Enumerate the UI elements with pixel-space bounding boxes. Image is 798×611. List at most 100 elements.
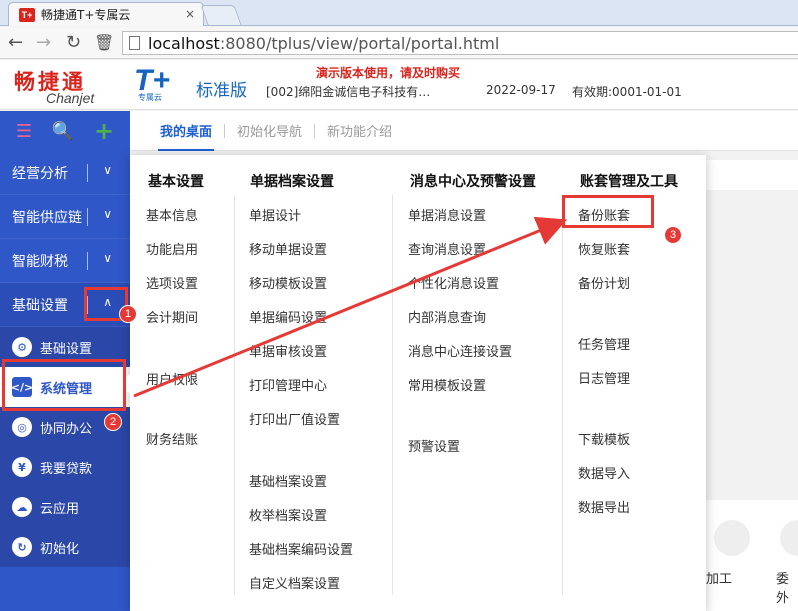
browser-tab-title: 畅捷通T+专属云 (41, 8, 131, 22)
url-path: :8080/tplus/view/portal/portal.html (219, 33, 500, 53)
main-tabs: 我的桌面 初始化导航 新功能介绍 (130, 111, 798, 151)
divider (87, 252, 88, 270)
menu-item-print-center[interactable]: 打印管理中心 (249, 375, 327, 394)
menu-item-mobile-document[interactable]: 移动单据设置 (249, 239, 327, 258)
menu-item-basic-info[interactable]: 基本信息 (146, 205, 198, 224)
menu-item-alert-settings[interactable]: 预警设置 (408, 436, 460, 455)
sidebar-item-finance-tax[interactable]: 智能财税 ∨ (0, 239, 130, 283)
menu-item-financial-closing[interactable]: 财务结账 (146, 429, 198, 448)
menu-item-common-template[interactable]: 常用模板设置 (408, 375, 486, 394)
menu-item-mobile-template[interactable]: 移动模板设置 (249, 273, 327, 292)
trash-icon[interactable]: 🗑 (94, 33, 114, 52)
browser-tab[interactable]: T+ 畅捷通T+专属云 × (8, 2, 204, 26)
chevron-down-icon[interactable]: ∨ (103, 163, 112, 177)
new-tab-button[interactable] (200, 5, 242, 25)
add-icon[interactable]: + (94, 117, 114, 145)
menu-item-options[interactable]: 选项设置 (146, 273, 198, 292)
valid-until: 有效期:0001-01-01 (572, 85, 682, 99)
menu-item-internal-message[interactable]: 内部消息查询 (408, 307, 486, 326)
divider (392, 195, 393, 595)
menu-item-document-message[interactable]: 单据消息设置 (408, 205, 486, 224)
sidebar-item-supply-chain[interactable]: 智能供应链 ∨ (0, 195, 130, 239)
sidebar-item-business-analysis[interactable]: 经营分析 ∨ (0, 151, 130, 195)
menu-item-basic-archive[interactable]: 基础档案设置 (249, 471, 327, 490)
close-icon[interactable]: × (185, 7, 195, 21)
outsourcing-label[interactable]: 委外 (776, 568, 798, 606)
sidebar-item-label: 经营分析 (12, 165, 68, 182)
menu-item-custom-archive[interactable]: 自定义档案设置 (249, 573, 340, 592)
url-input[interactable]: localhost:8080/tplus/view/portal/portal.… (122, 31, 798, 55)
menu-item-user-permissions[interactable]: 用户权限 (146, 369, 198, 388)
sidebar-toolbar: ☰ 🔍 + (0, 111, 130, 151)
tab-new-features[interactable]: 新功能介绍 (315, 111, 404, 151)
forward-icon[interactable]: → (36, 32, 51, 53)
sidebar-subitem-label: 云应用 (40, 501, 80, 517)
browser-tabstrip: T+ 畅捷通T+专属云 × (0, 0, 798, 26)
divider (234, 195, 235, 595)
menu-item-print-default[interactable]: 打印出厂值设置 (249, 409, 340, 428)
menu-collapse-icon[interactable]: ☰ (16, 121, 32, 142)
menu-item-restore-account[interactable]: 恢复账套 (578, 239, 630, 258)
highlight-box-system-management (2, 359, 126, 411)
demo-notice-link[interactable]: 演示版本使用，请及时购买 (316, 64, 460, 81)
collaboration-icon: ◎ (12, 417, 32, 437)
highlight-box-backup (562, 195, 654, 228)
sidebar-item-label: 智能财税 (12, 253, 68, 270)
menu-item-feature-enable[interactable]: 功能启用 (146, 239, 198, 258)
sidebar-item-label: 基础设置 (12, 297, 68, 314)
app-header: 畅捷通 Chanjet T+ 专属云 标准版 演示版本使用，请及时购买 [002… (0, 60, 798, 110)
divider (87, 208, 88, 226)
tplus-logo-sub: 专属云 (138, 93, 162, 102)
chanjet-logo-en: Chanjet (46, 90, 95, 106)
divider (87, 164, 88, 182)
chevron-down-icon[interactable]: ∨ (103, 251, 112, 265)
menu-item-download-template[interactable]: 下载模板 (578, 429, 630, 448)
refresh-icon: ↻ (12, 537, 32, 557)
sidebar-subitem-label: 我要贷款 (40, 461, 93, 477)
step-badge-1: 1 (119, 305, 137, 323)
sidebar-subitem-loan[interactable]: ¥ 我要贷款 (0, 447, 130, 487)
desktop-panel (706, 160, 798, 190)
money-icon: ¥ (12, 457, 32, 477)
menu-item-task-management[interactable]: 任务管理 (578, 334, 630, 353)
tab-my-desktop[interactable]: 我的桌面 (148, 111, 224, 151)
divider (562, 195, 563, 595)
menu-item-backup-plan[interactable]: 备份计划 (578, 273, 630, 292)
menu-item-accounting-period[interactable]: 会计期间 (146, 307, 198, 326)
tab-init-guide[interactable]: 初始化导航 (225, 111, 314, 151)
menu-item-document-review[interactable]: 单据审核设置 (249, 341, 327, 360)
menu-item-enum-archive[interactable]: 枚举档案设置 (249, 505, 327, 524)
company-name[interactable]: [002]绵阳金诚信电子科技有… (266, 83, 430, 100)
menu-column-header: 消息中心及预警设置 (410, 174, 536, 190)
page-icon (129, 36, 140, 50)
sidebar-subitem-label: 初始化 (40, 541, 80, 557)
sidebar-subitem-cloud-apps[interactable]: ☁ 云应用 (0, 487, 130, 527)
menu-item-log-management[interactable]: 日志管理 (578, 368, 630, 387)
menu-item-message-connection[interactable]: 消息中心连接设置 (408, 341, 512, 360)
processing-label[interactable]: 加工 (706, 568, 732, 587)
url-host: localhost (148, 33, 220, 53)
menu-item-personal-message[interactable]: 个性化消息设置 (408, 273, 499, 292)
reload-icon[interactable]: ↻ (66, 32, 81, 53)
search-icon[interactable]: 🔍 (52, 121, 74, 142)
sidebar-item-label: 智能供应链 (12, 209, 82, 226)
tplus-favicon-icon: T+ (19, 7, 35, 22)
menu-item-data-import[interactable]: 数据导入 (578, 463, 630, 482)
edition-label: 标准版 (196, 81, 247, 101)
menu-column-header: 单据档案设置 (250, 174, 334, 190)
chevron-down-icon[interactable]: ∨ (103, 207, 112, 221)
step-badge-2: 2 (104, 413, 122, 431)
login-date: 2022-09-17 (486, 83, 556, 97)
menu-item-document-coding[interactable]: 单据编码设置 (249, 307, 327, 326)
processing-icon[interactable] (714, 520, 750, 556)
back-icon[interactable]: ← (8, 32, 23, 53)
menu-item-document-design[interactable]: 单据设计 (249, 205, 301, 224)
sidebar-subitem-initialize[interactable]: ↻ 初始化 (0, 527, 130, 567)
menu-item-data-export[interactable]: 数据导出 (578, 497, 630, 516)
address-bar: ← → ↻ 🗑 localhost:8080/tplus/view/portal… (0, 27, 798, 59)
cloud-icon: ☁ (12, 497, 32, 517)
menu-item-archive-coding[interactable]: 基础档案编码设置 (249, 539, 353, 558)
menu-column-header: 账套管理及工具 (580, 174, 678, 190)
menu-item-query-message[interactable]: 查询消息设置 (408, 239, 486, 258)
menu-column-header: 基本设置 (148, 174, 204, 190)
